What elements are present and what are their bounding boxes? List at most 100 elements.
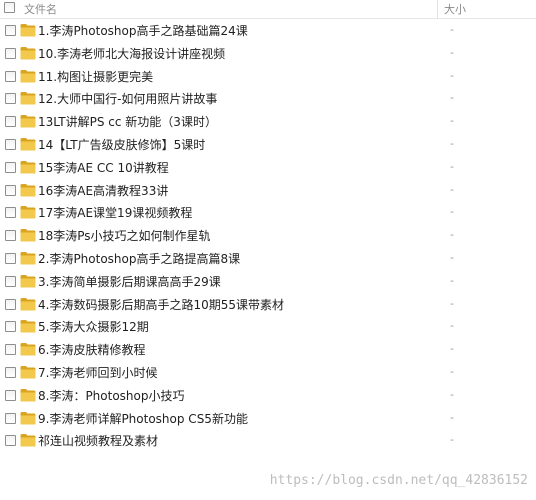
folder-icon: [20, 297, 36, 311]
file-name-link[interactable]: 6.李涛皮肤精修教程: [38, 341, 145, 358]
file-name-link[interactable]: 3.李涛简单摄影后期课高高手29课: [38, 273, 221, 290]
file-size: -: [450, 250, 454, 264]
file-row[interactable]: 9.李涛老师详解Photoshop CS5新功能 -: [0, 407, 536, 430]
row-checkbox[interactable]: [5, 389, 16, 401]
file-row[interactable]: 15李涛AE CC 10讲教程 -: [0, 156, 536, 179]
file-name-link[interactable]: 12.大师中国行-如何用照片讲故事: [38, 90, 217, 107]
file-name-link[interactable]: 7.李涛老师回到小时候: [38, 364, 157, 381]
file-size: -: [450, 23, 454, 36]
row-checkbox[interactable]: [5, 47, 16, 59]
file-row[interactable]: 3.李涛简单摄影后期课高高手29课 -: [0, 270, 536, 293]
file-row[interactable]: 13LT讲解PS cc 新功能（3课时） -: [0, 110, 536, 133]
file-row[interactable]: 4.李涛数码摄影后期高手之路10期55课带素材 -: [0, 293, 536, 316]
row-checkbox[interactable]: [5, 275, 16, 287]
row-checkbox[interactable]: [5, 321, 16, 333]
select-all-checkbox[interactable]: [4, 2, 15, 13]
row-checkbox[interactable]: [5, 93, 16, 105]
row-checkbox[interactable]: [5, 138, 16, 150]
file-size: -: [450, 387, 454, 401]
file-list: 1.李涛Photoshop高手之路基础篇24课 -10.李涛老师北大海报设计讲座视…: [0, 19, 536, 452]
file-row[interactable]: 10.李涛老师北大海报设计讲座视频 -: [0, 42, 536, 65]
file-size: -: [450, 45, 454, 59]
file-name-link[interactable]: 8.李涛：Photoshop小技巧: [38, 387, 185, 404]
file-row[interactable]: 1.李涛Photoshop高手之路基础篇24课 -: [0, 19, 536, 42]
file-size: -: [450, 273, 454, 287]
file-size: -: [450, 136, 454, 150]
file-name-link[interactable]: 祁连山视频教程及素材: [38, 432, 158, 449]
folder-icon: [20, 365, 36, 379]
file-row[interactable]: 2.李涛Photoshop高手之路提高篇8课 -: [0, 247, 536, 270]
row-checkbox[interactable]: [5, 412, 16, 424]
row-checkbox[interactable]: [5, 230, 16, 242]
file-size: -: [450, 364, 454, 378]
folder-icon: [20, 46, 36, 60]
file-name-link[interactable]: 14【LT广告级皮肤修饰】5课时: [38, 136, 205, 153]
column-header-size[interactable]: 大小: [444, 1, 466, 17]
watermark-url: https://blog.csdn.net/qq_42836152: [269, 473, 528, 488]
folder-icon: [20, 433, 36, 447]
file-size: -: [450, 228, 454, 242]
row-checkbox[interactable]: [5, 70, 16, 82]
row-checkbox[interactable]: [5, 184, 16, 196]
file-row[interactable]: 14【LT广告级皮肤修饰】5课时 -: [0, 133, 536, 156]
folder-icon: [20, 411, 36, 425]
file-row[interactable]: 祁连山视频教程及素材 -: [0, 429, 536, 452]
row-checkbox[interactable]: [5, 207, 16, 219]
file-row[interactable]: 11.构图让摄影更完美 -: [0, 65, 536, 88]
folder-icon: [20, 228, 36, 242]
file-row[interactable]: 7.李涛老师回到小时候 -: [0, 361, 536, 384]
folder-icon: [20, 342, 36, 356]
folder-icon: [20, 319, 36, 333]
file-size: -: [450, 342, 454, 356]
folder-icon: [20, 114, 36, 128]
row-checkbox[interactable]: [5, 116, 16, 128]
file-size: -: [450, 410, 454, 424]
folder-icon: [20, 91, 36, 105]
file-size: -: [450, 91, 454, 105]
file-row[interactable]: 8.李涛：Photoshop小技巧 -: [0, 384, 536, 407]
file-name-link[interactable]: 18李涛Ps小技巧之如何制作星轨: [38, 227, 211, 244]
column-divider[interactable]: [437, 0, 438, 18]
file-row[interactable]: 5.李涛大众摄影12期 -: [0, 315, 536, 338]
file-row[interactable]: 16李涛AE高清教程33讲 -: [0, 179, 536, 202]
file-name-link[interactable]: 5.李涛大众摄影12期: [38, 318, 149, 335]
row-checkbox[interactable]: [5, 435, 16, 447]
file-name-link[interactable]: 10.李涛老师北大海报设计讲座视频: [38, 45, 225, 62]
folder-icon: [20, 183, 36, 197]
file-name-link[interactable]: 4.李涛数码摄影后期高手之路10期55课带素材: [38, 296, 284, 313]
file-size: -: [450, 182, 454, 196]
row-checkbox[interactable]: [5, 344, 16, 356]
file-size: -: [450, 433, 454, 447]
file-size: -: [450, 296, 454, 310]
file-row[interactable]: 18李涛Ps小技巧之如何制作星轨 -: [0, 224, 536, 247]
file-name-link[interactable]: 2.李涛Photoshop高手之路提高篇8课: [38, 250, 240, 267]
file-name-link[interactable]: 11.构图让摄影更完美: [38, 68, 153, 85]
folder-icon: [20, 388, 36, 402]
file-name-link[interactable]: 1.李涛Photoshop高手之路基础篇24课: [38, 22, 248, 39]
file-size: -: [450, 114, 454, 128]
row-checkbox[interactable]: [5, 366, 16, 378]
column-header-name[interactable]: 文件名: [24, 1, 57, 17]
file-size: -: [450, 205, 454, 219]
file-row[interactable]: 12.大师中国行-如何用照片讲故事 -: [0, 87, 536, 110]
file-size: -: [450, 319, 454, 333]
file-name-link[interactable]: 9.李涛老师详解Photoshop CS5新功能: [38, 410, 248, 427]
folder-icon: [20, 205, 36, 219]
row-checkbox[interactable]: [5, 298, 16, 310]
file-name-link[interactable]: 16李涛AE高清教程33讲: [38, 182, 168, 199]
file-size: -: [450, 159, 454, 173]
file-list-header: 文件名 大小: [0, 0, 536, 19]
row-checkbox[interactable]: [5, 161, 16, 173]
file-name-link[interactable]: 15李涛AE CC 10讲教程: [38, 159, 169, 176]
folder-icon: [20, 69, 36, 83]
file-name-link[interactable]: 13LT讲解PS cc 新功能（3课时）: [38, 113, 217, 130]
row-checkbox[interactable]: [5, 25, 16, 36]
file-name-link[interactable]: 17李涛AE课堂19课视频教程: [38, 204, 192, 221]
file-row[interactable]: 6.李涛皮肤精修教程 -: [0, 338, 536, 361]
folder-icon: [20, 251, 36, 265]
file-size: -: [450, 68, 454, 82]
folder-icon: [20, 137, 36, 151]
file-row[interactable]: 17李涛AE课堂19课视频教程 -: [0, 201, 536, 224]
folder-icon: [20, 160, 36, 174]
row-checkbox[interactable]: [5, 252, 16, 264]
